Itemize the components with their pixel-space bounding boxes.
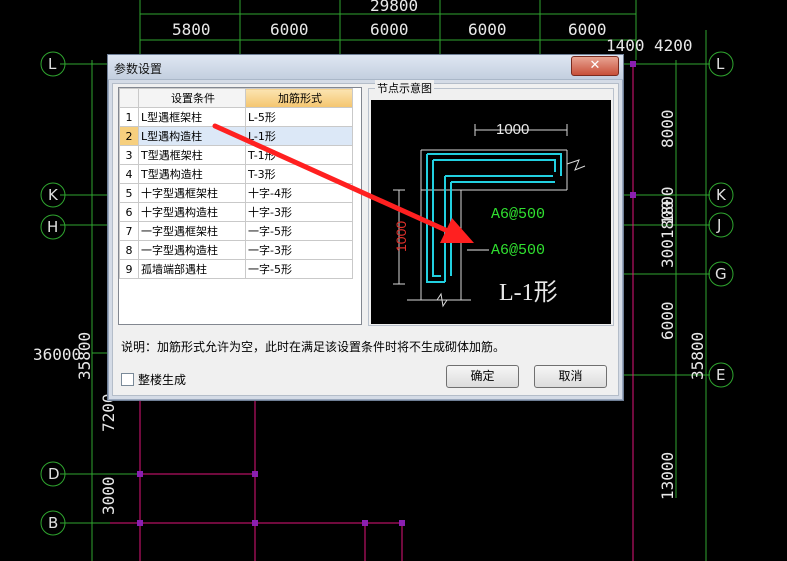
dim-top-3: 6000 <box>370 20 409 39</box>
table-row[interactable]: 7 一字型遇框架柱 一字-5形 <box>119 221 353 241</box>
dim-right-4: 6000 <box>658 301 677 340</box>
table-header-row: 设置条件 加筋形式 <box>119 88 353 108</box>
table-row[interactable]: 5 十字型遇框架柱 十字-4形 <box>119 183 353 203</box>
header-index <box>119 88 139 108</box>
row-form[interactable]: 一字-3形 <box>245 240 353 260</box>
row-form[interactable]: 一字-5形 <box>245 259 353 279</box>
close-button[interactable]: ✕ <box>571 56 619 76</box>
dim-top-4: 6000 <box>468 20 507 39</box>
row-condition: L型遇框架柱 <box>138 107 246 127</box>
row-condition: 孤墙端部遇柱 <box>138 259 246 279</box>
preview-shape-name: L-1形 <box>499 279 558 306</box>
dim-left-overall: 36000 <box>33 345 81 364</box>
checkbox-box[interactable] <box>121 373 134 386</box>
checkbox-label: 整楼生成 <box>138 373 187 387</box>
table-row[interactable]: 1 L型遇框架柱 L-5形 <box>119 107 353 127</box>
table-row[interactable]: 3 T型遇框架柱 T-1形 <box>119 145 353 165</box>
node-diagram-preview: 1000 1000 A6@500 A6@500 L-1形 <box>371 100 611 324</box>
preview-dim-top: 1000 <box>496 121 529 138</box>
axis-label-l-left: L <box>48 55 57 73</box>
dim-right-1: 8000 <box>658 109 677 148</box>
row-condition: 十字型遇构造柱 <box>138 202 246 222</box>
row-form[interactable]: 十字-4形 <box>245 183 353 203</box>
dim-right-3: 3001800 <box>658 201 677 268</box>
dim-left-2: 3000 <box>99 476 118 515</box>
row-condition: 十字型遇框架柱 <box>138 183 246 203</box>
ok-button[interactable]: 确定 <box>446 365 519 388</box>
row-index: 1 <box>119 107 139 127</box>
table-row[interactable]: 4 T型遇构造柱 T-3形 <box>119 164 353 184</box>
axis-label-b-left: B <box>48 514 58 532</box>
row-form[interactable]: 一字-5形 <box>245 221 353 241</box>
dim-top-2: 6000 <box>270 20 309 39</box>
dim-right-5: 13000 <box>658 452 677 500</box>
dim-right-total: 35800 <box>688 332 707 380</box>
dim-right-top-2: 4200 <box>654 36 693 55</box>
dim-top-1: 5800 <box>172 20 211 39</box>
row-form[interactable]: T-1形 <box>245 145 353 165</box>
axis-label-k-right: K <box>716 186 727 204</box>
axis-label-k-left: K <box>48 186 59 204</box>
preview-label-2: A6@500 <box>491 242 545 259</box>
header-condition[interactable]: 设置条件 <box>138 88 246 108</box>
axis-label-d-left: D <box>48 465 60 483</box>
row-form[interactable]: 十字-3形 <box>245 202 353 222</box>
preview-label-1: A6@500 <box>491 206 545 223</box>
row-form[interactable]: L-1形 <box>245 126 353 146</box>
row-index: 9 <box>119 259 139 279</box>
dim-top-5: 6000 <box>568 20 607 39</box>
axis-label-l-right: L <box>716 55 725 73</box>
node-diagram-group: 节点示意图 1000 1000 A6@500 A6@500 L-1形 <box>368 80 614 326</box>
row-condition: T型遇构造柱 <box>138 164 246 184</box>
dialog-title: 参数设置 <box>114 62 163 76</box>
row-condition: L型遇构造柱 <box>138 126 246 146</box>
preview-dim-left: 1000 <box>393 221 409 252</box>
row-index: 3 <box>119 145 139 165</box>
parameter-settings-dialog: 参数设置 ✕ 设置条件 加筋形式 1 L型遇框架柱 L-5形 2 L型遇构造柱 <box>107 54 624 401</box>
row-index: 4 <box>119 164 139 184</box>
table-row[interactable]: 8 一字型遇构造柱 一字-3形 <box>119 240 353 260</box>
row-condition: 一字型遇框架柱 <box>138 221 246 241</box>
axis-label-g-right: G <box>715 265 727 283</box>
settings-table[interactable]: 设置条件 加筋形式 1 L型遇框架柱 L-5形 2 L型遇构造柱 L-1形 3 … <box>118 87 362 325</box>
axis-label-e-right: E <box>716 366 725 384</box>
row-index: 7 <box>119 221 139 241</box>
row-index: 2 <box>119 126 139 146</box>
table-row[interactable]: 6 十字型遇构造柱 十字-3形 <box>119 202 353 222</box>
row-form[interactable]: L-5形 <box>245 107 353 127</box>
close-icon[interactable]: ✕ <box>590 58 601 73</box>
row-condition: 一字型遇构造柱 <box>138 240 246 260</box>
dim-right-top-1: 1400 <box>606 36 645 55</box>
row-condition: T型遇框架柱 <box>138 145 246 165</box>
row-index: 5 <box>119 183 139 203</box>
row-form[interactable]: T-3形 <box>245 164 353 184</box>
row-index: 8 <box>119 240 139 260</box>
dim-top-total: 29800 <box>370 0 418 15</box>
table-row-selected[interactable]: 2 L型遇构造柱 L-1形 <box>119 126 353 146</box>
header-form[interactable]: 加筋形式 <box>245 88 353 108</box>
node-diagram-title: 节点示意图 <box>375 80 434 96</box>
description-note: 说明：加筋形式允许为空，此时在满足该设置条件时将不生成砌体加筋。 <box>121 340 506 354</box>
dialog-client: 设置条件 加筋形式 1 L型遇框架柱 L-5形 2 L型遇构造柱 L-1形 3 … <box>112 80 619 396</box>
table-row[interactable]: 9 孤墙端部遇柱 一字-5形 <box>119 259 353 279</box>
row-index: 6 <box>119 202 139 222</box>
whole-building-checkbox[interactable]: 整楼生成 <box>121 371 186 388</box>
cancel-button[interactable]: 取消 <box>534 365 607 388</box>
axis-label-h-left: H <box>47 218 58 236</box>
dialog-titlebar[interactable]: 参数设置 ✕ <box>108 55 623 80</box>
axis-label-j-right: J <box>716 216 721 234</box>
